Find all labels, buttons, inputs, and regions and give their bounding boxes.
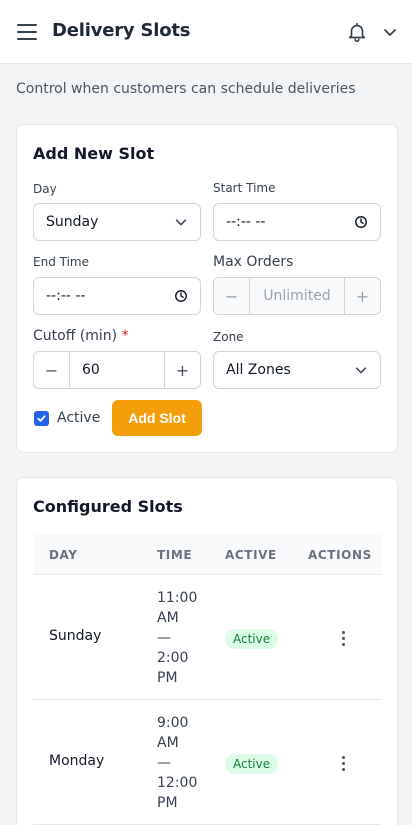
cutoff-input[interactable]: 60 — [70, 352, 164, 388]
time-line: 9:00 — [157, 715, 189, 731]
clock-icon[interactable] — [174, 289, 188, 303]
max-orders-stepper[interactable]: − Unlimited + — [213, 277, 381, 315]
row-day: Sunday — [49, 628, 102, 644]
add-slot-button[interactable]: Add Slot — [112, 400, 202, 436]
time-line: 11:00 — [157, 590, 198, 606]
status-badge: Active — [225, 629, 279, 649]
column-header-day: DAY — [49, 548, 78, 562]
max-orders-label: Max Orders — [213, 254, 294, 270]
chevron-down-icon — [175, 219, 187, 226]
zone-label: Zone — [213, 330, 244, 344]
table-row: Sunday 11:00 AM — 2:00 PM Active — [33, 575, 381, 700]
start-time-input[interactable]: --:-- -- — [213, 203, 381, 241]
start-time-label: Start Time — [213, 181, 276, 195]
more-actions-icon[interactable] — [335, 753, 351, 773]
start-time-value: --:-- -- — [226, 214, 266, 230]
row-time: 11:00 AM — 2:00 PM — [157, 588, 217, 688]
status-badge: Active — [225, 754, 279, 774]
check-icon — [37, 415, 46, 422]
required-marker: * — [121, 328, 129, 344]
time-line: 12:00 — [157, 775, 198, 791]
time-line: AM — [157, 610, 179, 626]
row-time: 9:00 AM — 12:00 PM — [157, 713, 217, 813]
time-line: — — [157, 630, 171, 646]
day-label: Day — [33, 182, 57, 196]
zone-select-value: All Zones — [226, 362, 291, 378]
top-bar: Delivery Slots — [0, 0, 412, 64]
menu-icon[interactable] — [17, 24, 37, 40]
row-day: Monday — [49, 753, 105, 769]
end-time-label: End Time — [33, 255, 89, 269]
max-orders-decrement-button[interactable]: − — [214, 278, 250, 314]
cutoff-stepper[interactable]: − 60 + — [33, 351, 201, 389]
end-time-input[interactable]: --:-- -- — [33, 277, 201, 315]
add-slot-card: Add New Slot Day Sunday Start Time --:--… — [16, 124, 398, 453]
day-select-value: Sunday — [46, 214, 99, 230]
table-header: DAY TIME ACTIVE ACTIONS — [33, 534, 381, 575]
configured-slots-title: Configured Slots — [33, 497, 183, 516]
time-line: AM — [157, 735, 179, 751]
table-row: Monday 9:00 AM — 12:00 PM Active — [33, 700, 381, 825]
configured-slots-card: Configured Slots DAY TIME ACTIVE ACTIONS… — [16, 477, 398, 825]
column-header-active: ACTIVE — [225, 548, 277, 562]
cutoff-label: Cutoff (min) * — [33, 328, 129, 344]
page-subtitle: Control when customers can schedule deli… — [16, 81, 356, 97]
more-actions-icon[interactable] — [335, 628, 351, 648]
cutoff-label-text: Cutoff (min) — [33, 328, 118, 344]
add-slot-title: Add New Slot — [33, 144, 155, 163]
active-checkbox[interactable] — [34, 411, 49, 426]
column-header-time: TIME — [157, 548, 193, 562]
max-orders-input[interactable]: Unlimited — [250, 278, 344, 314]
clock-icon[interactable] — [354, 215, 368, 229]
time-line: PM — [157, 670, 178, 686]
chevron-down-icon[interactable] — [382, 24, 398, 40]
time-line: PM — [157, 795, 178, 811]
cutoff-decrement-button[interactable]: − — [34, 352, 70, 388]
time-line: — — [157, 755, 171, 771]
end-time-value: --:-- -- — [46, 288, 86, 304]
max-orders-increment-button[interactable]: + — [344, 278, 380, 314]
bell-icon[interactable] — [346, 21, 368, 43]
column-header-actions: ACTIONS — [308, 548, 372, 562]
time-line: 2:00 — [157, 650, 189, 666]
day-select[interactable]: Sunday — [33, 203, 201, 241]
cutoff-increment-button[interactable]: + — [164, 352, 200, 388]
page-title: Delivery Slots — [52, 20, 191, 41]
active-checkbox-label[interactable]: Active — [57, 410, 100, 426]
chevron-down-icon — [355, 367, 367, 374]
zone-select[interactable]: All Zones — [213, 351, 381, 389]
